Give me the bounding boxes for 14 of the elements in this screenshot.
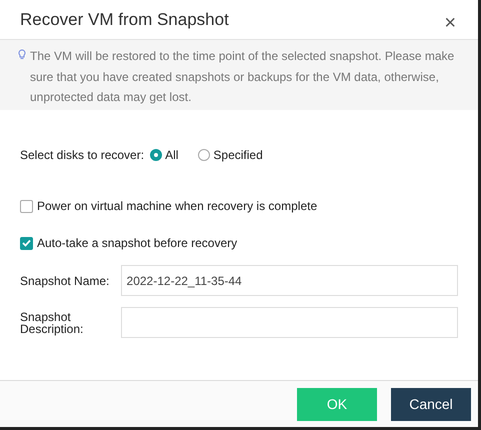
close-button[interactable]: × bbox=[444, 12, 456, 32]
cancel-button[interactable]: Cancel bbox=[391, 388, 471, 420]
disk-select-label: Select disks to recover: bbox=[20, 148, 144, 162]
notice-text: The VM will be restored to the time point of the selected snapshot. Please make sure that you have created snapshots or backups for the VM data, otherwise, unprotected data may get lost. bbox=[30, 48, 456, 104]
input-field[interactable]: 2022-12-22_11-35-44 bbox=[120, 265, 458, 296]
radio-option[interactable]: Specified bbox=[198, 148, 263, 162]
checkbox[interactable]: Auto-take a snapshot before recovery bbox=[20, 236, 238, 250]
lightbulb-icon bbox=[18, 49, 26, 60]
field-label: Snapshot Name: bbox=[20, 274, 110, 286]
dialog-title: Recover VM from Snapshot bbox=[20, 10, 229, 30]
radio-option[interactable]: All bbox=[150, 148, 178, 162]
input-field[interactable] bbox=[120, 307, 458, 338]
checkbox[interactable]: Power on virtual machine when recovery is complete bbox=[20, 199, 318, 213]
field-label: Snapshot Description: bbox=[20, 310, 84, 334]
